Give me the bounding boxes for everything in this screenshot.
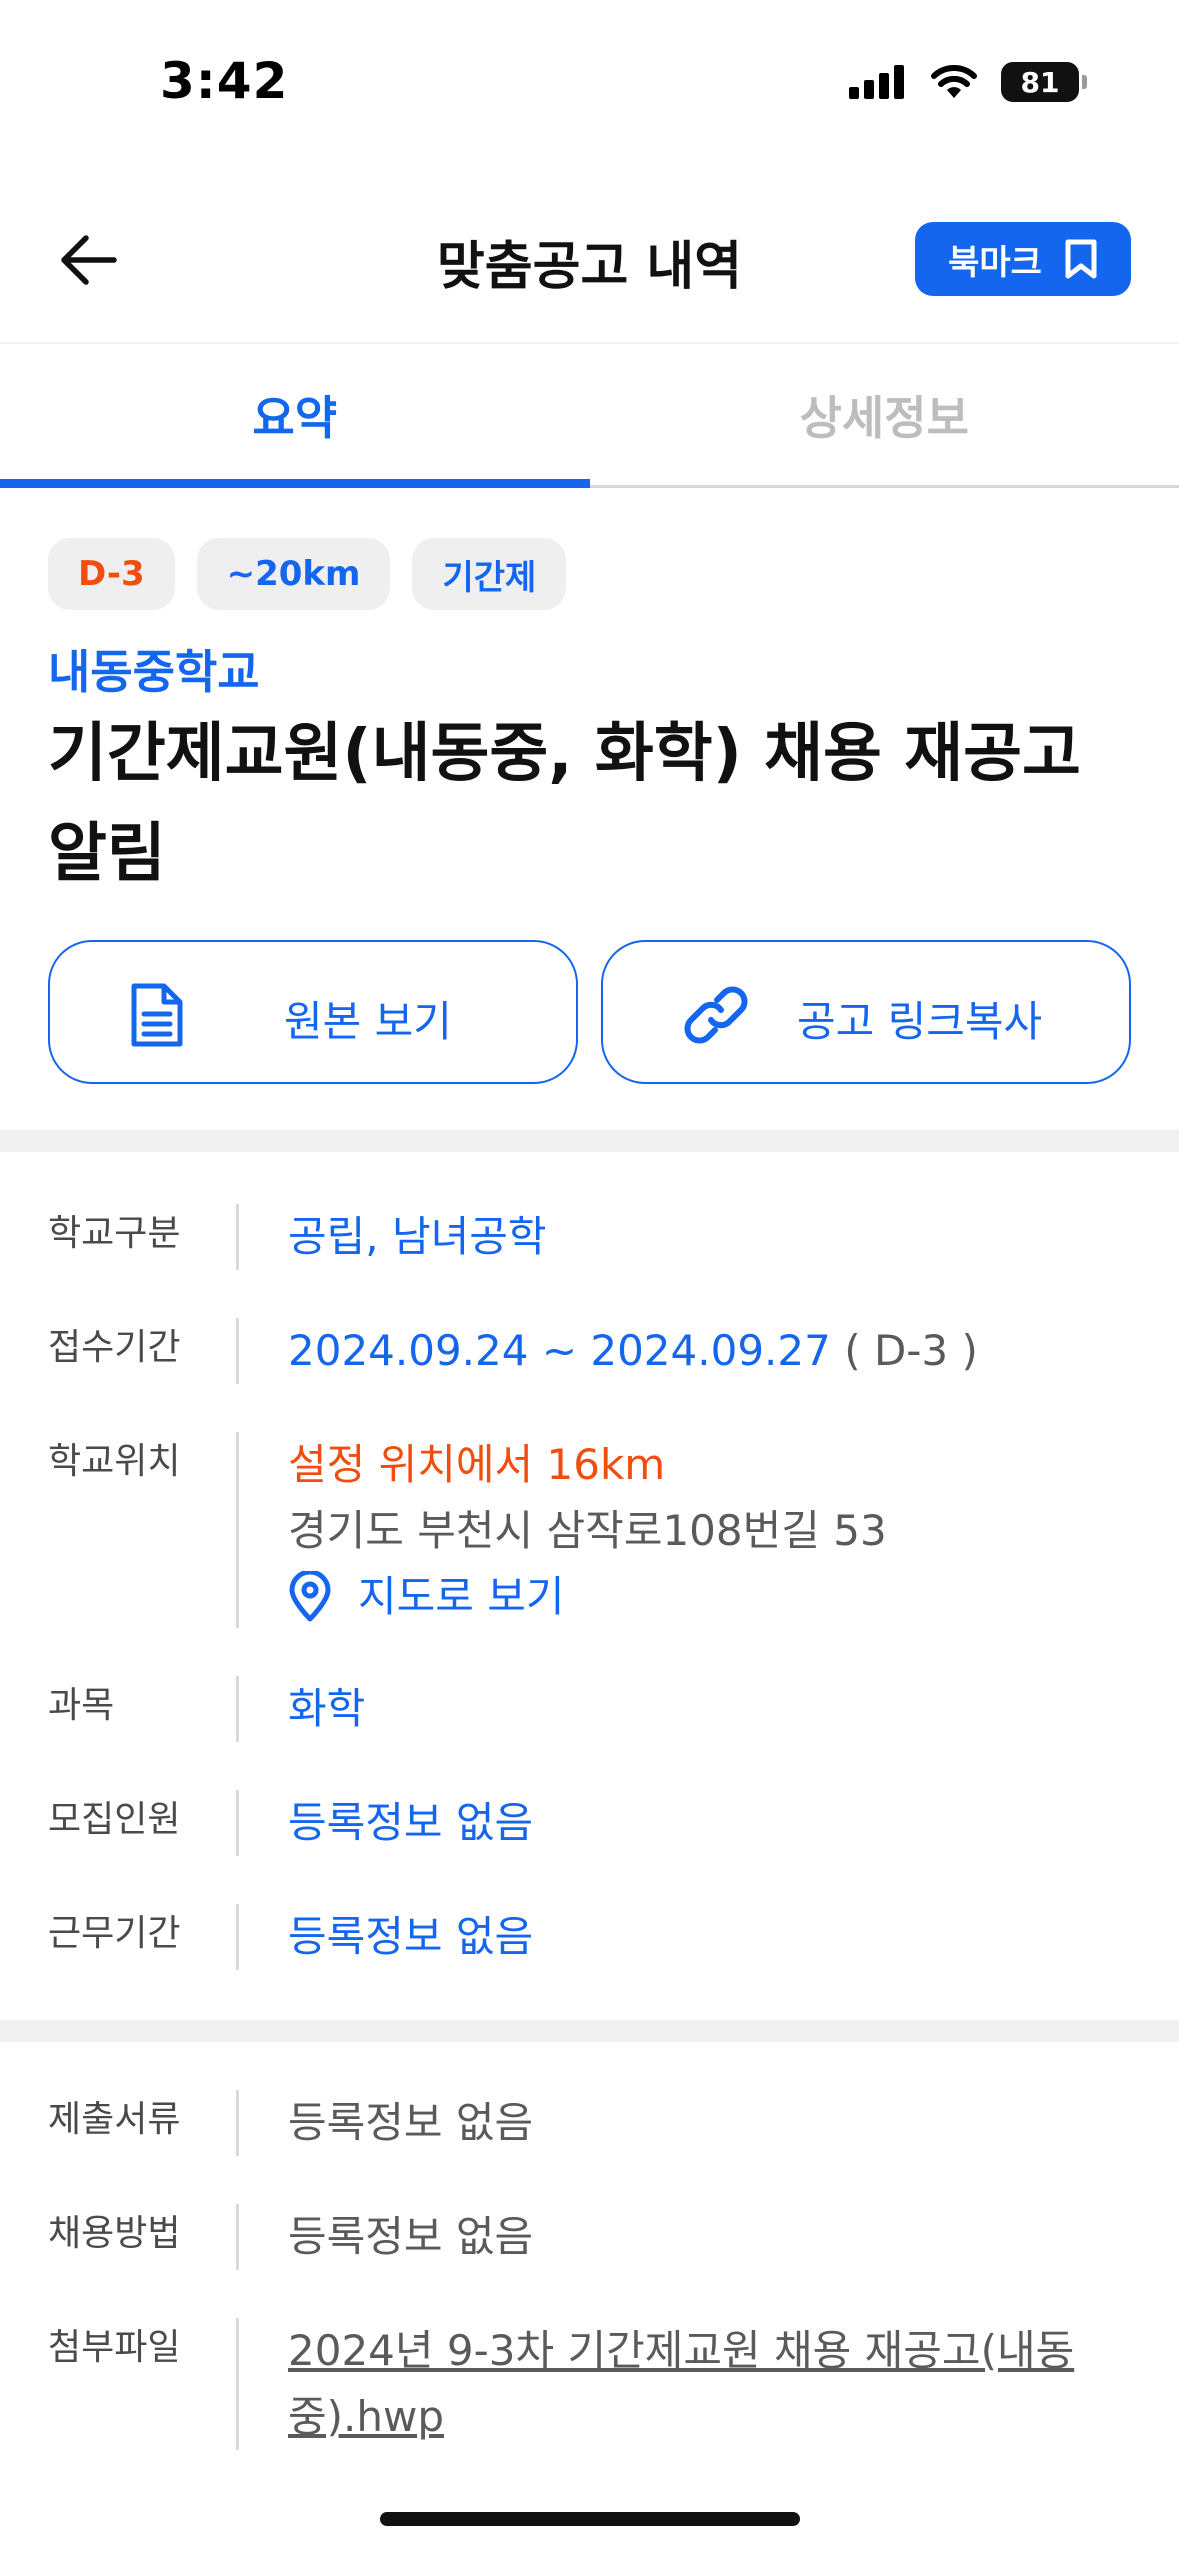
- status-time: 3:42: [160, 52, 289, 110]
- info-divider: [236, 1204, 239, 1270]
- bookmark-label: 북마크: [948, 242, 1042, 283]
- post-title-line2: 알림: [48, 817, 166, 891]
- status-icons: 81: [849, 62, 1087, 102]
- info-row-subject: 과목 화학: [0, 1676, 1179, 1742]
- info-divider: [236, 1318, 239, 1384]
- info-value: 화학: [288, 1684, 366, 1733]
- info-divider: [236, 2204, 239, 2270]
- cellular-signal-icon: [849, 65, 904, 99]
- view-map-link[interactable]: 지도로 보기: [288, 1564, 565, 1630]
- info-row-period: 접수기간 2024.09.24 ~ 2024.09.27 ( D-3 ): [0, 1318, 1179, 1384]
- location-address: 경기도 부천시 삼작로108번길 53: [288, 1506, 887, 1555]
- info-label: 학교구분: [48, 1213, 181, 1254]
- tab-summary[interactable]: 요약: [0, 344, 590, 488]
- info-divider: [236, 1904, 239, 1970]
- link-icon: [684, 986, 748, 1044]
- status-bar: 3:42 81: [0, 0, 1179, 170]
- school-name: 내동중학교: [48, 645, 260, 699]
- nav-bar: 맞춤공고 내역 북마크: [0, 190, 1179, 330]
- info-label: 과목: [48, 1685, 115, 1726]
- info-label: 학교위치: [48, 1441, 181, 1482]
- info-row-recruits: 모집인원 등록정보 없음: [0, 1790, 1179, 1856]
- location-distance: 설정 위치에서 16km: [288, 1440, 666, 1489]
- info-value: 공립, 남녀공학: [288, 1212, 547, 1261]
- info-label: 첨부파일: [48, 2327, 181, 2368]
- bookmark-button[interactable]: 북마크: [915, 222, 1131, 296]
- document-icon: [131, 983, 183, 1047]
- section-divider: [0, 2020, 1179, 2042]
- view-original-label: 원본 보기: [284, 997, 452, 1046]
- info-value: 등록정보 없음: [288, 2098, 534, 2147]
- view-map-label: 지도로 보기: [358, 1572, 565, 1621]
- battery-level: 81: [1020, 65, 1060, 99]
- copy-link-label: 공고 링크복사: [797, 997, 1043, 1046]
- copy-link-button[interactable]: 공고 링크복사: [601, 940, 1131, 1084]
- info-divider: [236, 1676, 239, 1742]
- chip-distance: ~20km: [196, 538, 391, 610]
- info-row-documents: 제출서류 등록정보 없음: [0, 2090, 1179, 2156]
- wifi-icon: [931, 65, 977, 98]
- chip-employment-type: 기간제: [412, 538, 567, 610]
- battery-icon: 81: [1001, 62, 1087, 102]
- home-indicator[interactable]: [380, 2512, 800, 2526]
- period-dates: 2024.09.24 ~ 2024.09.27: [288, 1326, 831, 1375]
- attachment-link[interactable]: 2024년 9-3차 기간제교원 채용 재공고(내동중).hwp: [288, 2318, 1108, 2450]
- info-divider: [236, 2090, 239, 2156]
- info-row-method: 채용방법 등록정보 없음: [0, 2204, 1179, 2270]
- info-value: 등록정보 없음: [288, 2212, 534, 2261]
- info-value: 2024.09.24 ~ 2024.09.27 ( D-3 ): [288, 1318, 978, 1384]
- tab-details[interactable]: 상세정보: [590, 344, 1179, 485]
- post-title-line1: 기간제교원(내동중, 화학) 채용 재공고: [48, 717, 1081, 791]
- info-label: 근무기간: [48, 1913, 181, 1954]
- info-row-school-type: 학교구분 공립, 남녀공학: [0, 1204, 1179, 1270]
- info-divider: [236, 2318, 239, 2450]
- info-value: 등록정보 없음: [288, 1798, 534, 1847]
- info-label: 접수기간: [48, 1327, 181, 1368]
- map-pin-icon: [289, 1571, 331, 1622]
- info-label: 채용방법: [48, 2213, 181, 2254]
- info-label: 제출서류: [48, 2099, 181, 2140]
- info-value: 등록정보 없음: [288, 1912, 534, 1961]
- info-label: 모집인원: [48, 1799, 181, 1840]
- tab-bar: 요약 상세정보: [0, 344, 1179, 488]
- info-divider: [236, 1790, 239, 1856]
- view-original-button[interactable]: 원본 보기: [48, 940, 578, 1084]
- bookmark-icon: [1065, 239, 1097, 279]
- section-divider: [0, 1130, 1179, 1152]
- info-row-work-period: 근무기간 등록정보 없음: [0, 1904, 1179, 1970]
- post-title: 기간제교원(내동중, 화학) 채용 재공고 알림: [48, 704, 1128, 904]
- info-divider: [236, 1432, 239, 1628]
- period-dday: ( D-3 ): [844, 1326, 978, 1375]
- chip-dday: D-3: [48, 538, 175, 610]
- info-row-location: 학교위치 설정 위치에서 16km 경기도 부천시 삼작로108번길 53 지도…: [0, 1432, 1179, 1628]
- tag-chips: D-3 ~20km 기간제: [48, 538, 567, 610]
- info-row-attachment: 첨부파일 2024년 9-3차 기간제교원 채용 재공고(내동중).hwp: [0, 2318, 1179, 2450]
